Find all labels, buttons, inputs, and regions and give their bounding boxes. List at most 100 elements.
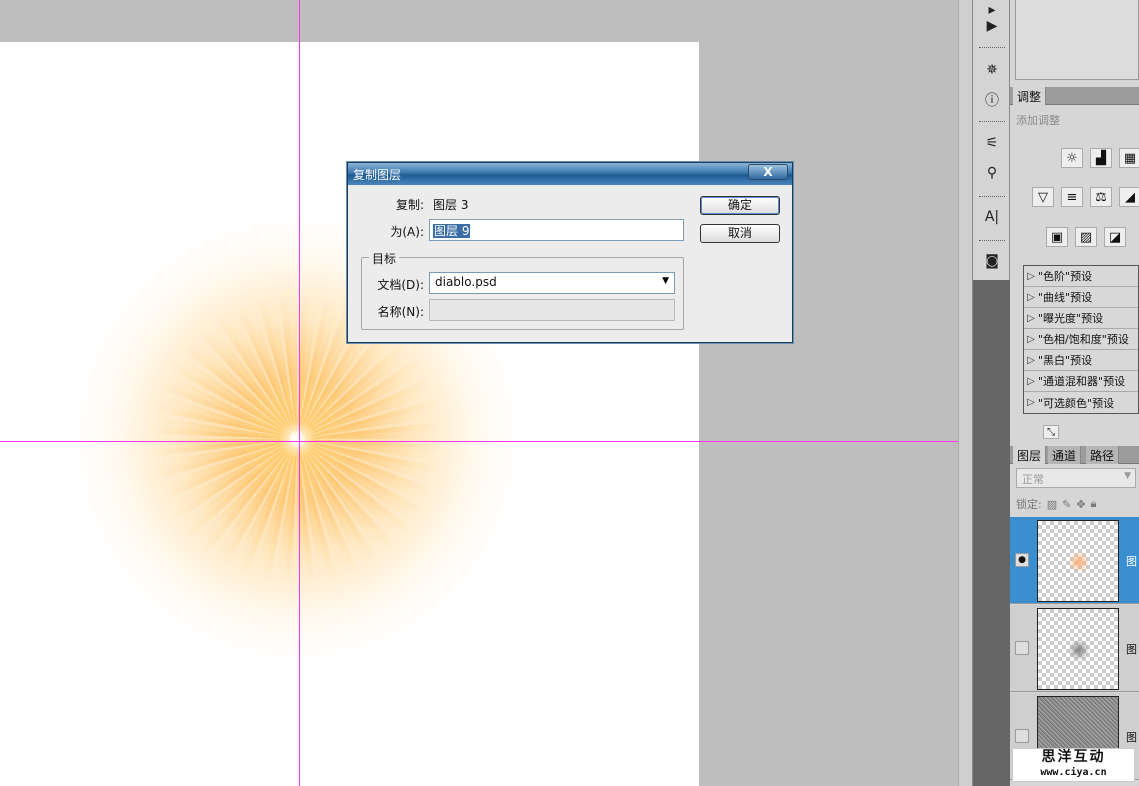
panel-gutter [958, 0, 972, 786]
invert-icon[interactable]: ▨ [1075, 227, 1097, 247]
visibility-toggle[interactable] [1015, 641, 1029, 655]
watermark-logo: 思洋互动 www.ciya.cn [1012, 748, 1135, 782]
clone-source-icon[interactable]: ⚲ [982, 163, 1002, 183]
expand-triangle-icon[interactable]: ▷ [1024, 376, 1038, 387]
expand-triangle-icon[interactable]: ▷ [1024, 355, 1038, 366]
chevron-down-icon: ▼ [662, 276, 669, 286]
expand-view-icon[interactable]: ⤡ [1043, 425, 1059, 439]
navigator-icon[interactable]: ✵ [982, 60, 1002, 80]
expand-triangle-icon[interactable]: ▷ [1024, 271, 1038, 282]
preset-item-selective-color[interactable]: ▷ "可选颜色"预设 [1024, 392, 1138, 413]
as-name-value: 图层 9 [433, 224, 471, 238]
watermark-url: www.ciya.cn [1040, 767, 1107, 778]
document-canvas[interactable] [0, 42, 699, 786]
preset-item-exposure[interactable]: ▷ "曝光度"预设 [1024, 308, 1138, 329]
eye-icon[interactable]: ● [1015, 553, 1029, 567]
lock-all-icon[interactable]: 🔒︎ [1091, 497, 1097, 511]
channel-mixer-icon[interactable]: ▣ [1046, 227, 1068, 247]
layer-name[interactable]: 图 [1126, 729, 1137, 745]
info-icon[interactable]: ⓘ [982, 90, 1002, 110]
preset-label: "可选颜色"预设 [1038, 396, 1115, 410]
layer-thumbnail[interactable] [1037, 520, 1119, 602]
expand-triangle-icon[interactable]: ▷ [1024, 313, 1038, 324]
dock-grip[interactable] [979, 47, 1005, 50]
destination-group-title: 目标 [369, 250, 400, 267]
layer-row[interactable]: ● 图 [1010, 517, 1139, 604]
vibrance-icon[interactable]: ▽ [1032, 187, 1054, 207]
duplicate-label: 复制: [395, 198, 424, 212]
preset-item-channel-mixer[interactable]: ▷ "通道混和器"预设 [1024, 371, 1138, 392]
preset-item-hue-saturation[interactable]: ▷ "色相/饱和度"预设 [1024, 329, 1138, 350]
brightness-icon[interactable]: ☼ [1061, 148, 1083, 168]
layer-thumbnail[interactable] [1037, 608, 1119, 690]
document-value: diablo.psd [435, 275, 497, 289]
preset-item-levels[interactable]: ▷ "色阶"预设 [1024, 266, 1138, 287]
lock-brush-icon[interactable]: ✎ [1062, 498, 1071, 511]
panel-dock-strip: ▸ ▶ ✵ ⓘ ⚟ ⚲ A| ◙ [972, 0, 1011, 786]
blend-mode-value: 正常 [1022, 473, 1044, 486]
close-button[interactable]: X [748, 164, 788, 180]
dock-empty-area [973, 280, 1011, 786]
dock-grip[interactable] [979, 196, 1005, 199]
thumb-content [1068, 639, 1090, 661]
preset-label: "曲线"预设 [1038, 291, 1093, 304]
adjustments-subtitle: 添加调整 [1016, 114, 1060, 127]
name-input[interactable] [429, 299, 675, 321]
dialog-titlebar[interactable]: 复制图层 X [348, 163, 792, 185]
expand-triangle-icon[interactable]: ▷ [1024, 292, 1038, 303]
document-label: 文档(D): [377, 278, 424, 292]
hue-saturation-icon[interactable]: ≡ [1061, 187, 1083, 207]
cancel-button[interactable]: 取消 [700, 224, 780, 243]
preset-label: "通道混和器"预设 [1038, 375, 1126, 388]
black-white-icon[interactable]: ◢ [1119, 187, 1139, 207]
character-icon[interactable]: A| [982, 207, 1002, 227]
layer-name[interactable]: 图 [1126, 641, 1137, 657]
canvas-workspace[interactable] [0, 0, 958, 786]
actions-play-icon[interactable]: ▶ [982, 16, 1002, 36]
chevron-down-icon: ▼ [1124, 471, 1131, 481]
watermark-name: 思洋互动 [1041, 749, 1106, 765]
as-name-input[interactable]: 图层 9 [429, 219, 684, 241]
ok-button[interactable]: 确定 [700, 196, 780, 215]
posterize-icon[interactable]: ◪ [1104, 227, 1126, 247]
blend-mode-select[interactable]: 正常 ▼ [1016, 468, 1136, 488]
camera-icon[interactable]: ◙ [982, 251, 1002, 271]
dock-grip[interactable] [979, 121, 1005, 124]
expand-triangle-icon[interactable]: ▷ [1024, 334, 1038, 345]
levels-icon[interactable]: ▟ [1090, 148, 1112, 168]
adjustments-tab-row: 调整 [1010, 87, 1139, 105]
curves-icon[interactable]: ▦ [1119, 148, 1139, 168]
brush-presets-icon[interactable]: ⚟ [982, 133, 1002, 153]
duplicate-layer-dialog: 复制图层 X 复制: 图层 3 为(A): 图层 9 目标 文档(D): dia… [347, 162, 793, 343]
thumb-content [1068, 551, 1090, 573]
dock-grip[interactable] [979, 240, 1005, 243]
tab-paths[interactable]: 路径 [1086, 446, 1120, 464]
as-label: 为(A): [390, 225, 424, 239]
layers-tab-row: 图层 通道 路径 [1010, 446, 1139, 464]
preset-item-black-white[interactable]: ▷ "黑白"预设 [1024, 350, 1138, 371]
lock-label: 锁定: [1016, 498, 1042, 511]
dialog-title: 复制图层 [353, 168, 402, 182]
preset-label: "黑白"预设 [1038, 354, 1093, 367]
color-balance-icon[interactable]: ⚖ [1090, 187, 1112, 207]
layer-row[interactable]: 图 [1010, 605, 1139, 692]
lock-transparency-icon[interactable]: ▨ [1047, 498, 1057, 511]
layer-name[interactable]: 图 [1126, 553, 1137, 569]
preset-item-curves[interactable]: ▷ "曲线"预设 [1024, 287, 1138, 308]
tab-channels[interactable]: 通道 [1048, 446, 1082, 464]
tab-adjustments[interactable]: 调整 [1013, 87, 1047, 105]
visibility-toggle[interactable] [1015, 729, 1029, 743]
preset-label: "曝光度"预设 [1038, 312, 1104, 325]
horizontal-guide[interactable] [0, 441, 958, 442]
navigator-preview [1015, 0, 1139, 80]
vertical-guide[interactable] [299, 0, 300, 786]
expand-triangle-icon[interactable]: ▷ [1024, 397, 1038, 408]
flare-core [289, 431, 305, 447]
right-panels: 调整 添加调整 ☼ ▟ ▦ ▽ ≡ ⚖ ◢ ▣ ▨ ◪ ▷ "色阶"预设 ▷ "曲线… [1010, 0, 1139, 786]
tab-layers[interactable]: 图层 [1013, 446, 1047, 464]
lock-row: 锁定: ▨ ✎ ✥ 🔒︎ [1016, 496, 1096, 512]
document-select[interactable]: diablo.psd ▼ [429, 272, 675, 294]
lock-move-icon[interactable]: ✥ [1076, 498, 1085, 511]
destination-group: 目标 文档(D): diablo.psd ▼ 名称(N): [361, 250, 684, 330]
preset-label: "色相/饱和度"预设 [1038, 333, 1129, 346]
